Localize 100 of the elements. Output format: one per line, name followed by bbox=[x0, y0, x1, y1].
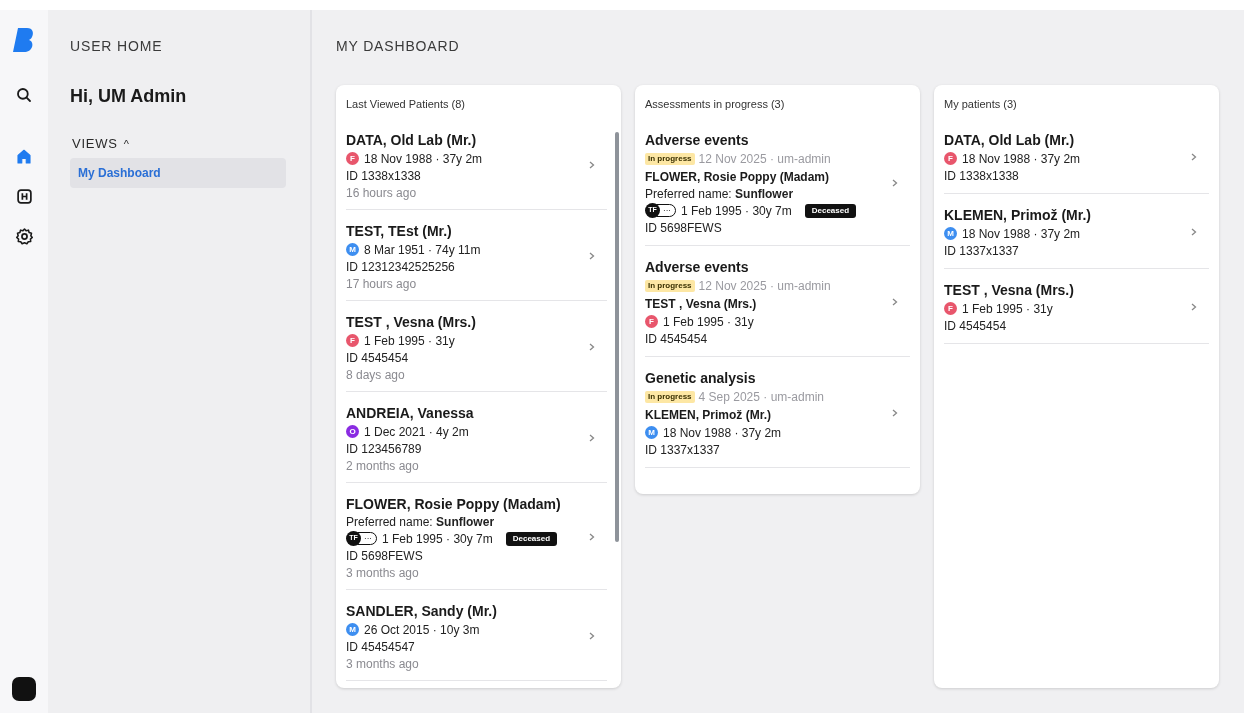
assessment-meta: 12 Nov 2025 · um-admin bbox=[698, 150, 831, 168]
patient-item[interactable]: TEST , Vesna (Mrs.) F 1 Feb 1995 · 31y ID 4545454 bbox=[944, 276, 1209, 344]
card-title: Assessments in progress (3) bbox=[645, 97, 785, 112]
birth-date: 1 Feb 1995 · 31y bbox=[962, 300, 1053, 318]
chevron-icon bbox=[589, 161, 595, 169]
patient-item[interactable]: KLEMEN, Primož (Mr.) M 18 Nov 1988 · 37y 2m ID 1337x1337 bbox=[944, 201, 1209, 269]
patient-id: ID 5698FEWS bbox=[346, 547, 423, 565]
last-viewed: 2 months ago bbox=[346, 457, 419, 474]
sex-badge: F bbox=[645, 315, 658, 328]
patient-item[interactable]: TEST , Vesna (Mrs.) F 1 Feb 1995 · 31y ID 4545454 8 days ago bbox=[346, 308, 607, 392]
sex-badge: M bbox=[944, 227, 957, 240]
chevron-icon bbox=[892, 298, 898, 306]
last-viewed: 16 hours ago bbox=[346, 184, 417, 201]
assessment-meta: 4 Sep 2025 · um-admin bbox=[698, 388, 824, 406]
assessment-item[interactable]: Adverse events In progress 12 Nov 2025 · um-admin TEST , Vesna (Mrs.) F 1 Feb 1995 · 31y ID 4545454 bbox=[645, 253, 910, 357]
sex-badge: F bbox=[346, 334, 359, 347]
last-viewed: 3 months ago bbox=[346, 655, 419, 672]
account-icon[interactable] bbox=[12, 677, 36, 701]
birth-date: 1 Feb 1995 · 31y bbox=[364, 332, 455, 350]
assessment-item[interactable]: Genetic analysis In progress 4 Sep 2025 · um-admin KLEMEN, Primož (Mr.) M 18 Nov 1988 · 37y 2m ID 1337x1337 bbox=[645, 364, 910, 468]
chevron-icon bbox=[1191, 228, 1197, 236]
sex-badge: F bbox=[346, 152, 359, 165]
preferred-name: Preferred name: Sunflower bbox=[645, 185, 794, 202]
chevron-icon bbox=[589, 632, 595, 640]
birth-date: 1 Dec 2021 · 4y 2m bbox=[364, 423, 469, 441]
sex-badge: F bbox=[944, 152, 957, 165]
patient-item[interactable]: ANDREIA, Vanessa O 1 Dec 2021 · 4y 2m ID 123456789 2 months ago bbox=[346, 399, 607, 483]
page-title: MY DASHBOARD bbox=[336, 37, 461, 56]
sex-badge: O bbox=[346, 425, 359, 438]
home-icon[interactable] bbox=[15, 148, 33, 166]
views-toggle[interactable]: VIEWS ^ bbox=[70, 134, 130, 154]
nav-item[interactable]: My Dashboard bbox=[70, 157, 286, 188]
birth-date: 26 Oct 2015 · 10y 3m bbox=[364, 621, 480, 639]
patient-id: ID 4545454 bbox=[346, 349, 409, 367]
preferred-name: Preferred name: Sunflower bbox=[346, 513, 495, 530]
chevron-icon bbox=[589, 533, 595, 541]
chevron-icon bbox=[589, 434, 595, 442]
birth-date: 18 Nov 1988 · 37y 2m bbox=[364, 150, 483, 168]
patient-name: TEST , Vesna (Mrs.) bbox=[944, 280, 1074, 300]
birth-date: 18 Nov 1988 · 37y 2m bbox=[962, 225, 1081, 243]
patient-name: DATA, Old Lab (Mr.) bbox=[944, 130, 1075, 150]
scrollbar-thumb[interactable] bbox=[615, 132, 619, 542]
sex-badge: F bbox=[944, 302, 957, 315]
patient-name: TEST , Vesna (Mrs.) bbox=[346, 312, 476, 332]
patient-id: ID 5698FEWS bbox=[645, 219, 722, 237]
patient-id: ID 4545454 bbox=[645, 330, 708, 348]
patient-id: ID 123456789 bbox=[346, 440, 422, 458]
card-title: Last Viewed Patients (8) bbox=[346, 97, 466, 112]
chevron-icon bbox=[892, 409, 898, 417]
birth-date: 8 Mar 1951 · 74y 11m bbox=[364, 241, 481, 259]
birth-date: 18 Nov 1988 · 37y 2m bbox=[962, 150, 1081, 168]
status-badge: In progress bbox=[645, 279, 695, 292]
assessment-title: Adverse events bbox=[645, 130, 749, 150]
status-badge: In progress bbox=[645, 390, 695, 403]
search-icon[interactable] bbox=[15, 86, 33, 104]
letter-h-box-icon[interactable] bbox=[15, 188, 33, 205]
chevron-icon bbox=[1191, 303, 1197, 311]
patient-id: ID 1338x1338 bbox=[944, 167, 1019, 185]
status-tag: Deceased bbox=[505, 531, 558, 546]
settings-icon[interactable] bbox=[14, 227, 34, 246]
patient-name: KLEMEN, Primož (Mr.) bbox=[645, 406, 771, 424]
sex-badge: M bbox=[346, 243, 359, 256]
chevron-icon bbox=[892, 179, 898, 187]
patient-id: ID 1337x1337 bbox=[944, 242, 1019, 260]
assessment-title: Genetic analysis bbox=[645, 368, 756, 388]
patient-name: FLOWER, Rosie Poppy (Madam) bbox=[645, 168, 829, 186]
patient-id: ID 4545454 bbox=[944, 317, 1007, 335]
last-viewed: 8 days ago bbox=[346, 366, 405, 383]
last-viewed: 3 months ago bbox=[346, 564, 419, 581]
assessment-meta: 12 Nov 2025 · um-admin bbox=[698, 277, 831, 295]
patient-item[interactable]: DATA, Old Lab (Mr.) F 18 Nov 1988 · 37y 2m ID 1338x1338 bbox=[944, 126, 1209, 194]
patient-id: ID 1338x1338 bbox=[346, 167, 421, 185]
patient-id: ID 45454547 bbox=[346, 638, 415, 656]
assessment-title: Adverse events bbox=[645, 257, 749, 277]
chevron-icon bbox=[1191, 153, 1197, 161]
chevron-icon bbox=[589, 252, 595, 260]
patient-id: ID 12312342525256 bbox=[346, 258, 455, 276]
patient-name: KLEMEN, Primož (Mr.) bbox=[944, 205, 1091, 225]
section-heading: USER HOME bbox=[70, 37, 163, 56]
sex-badge: M bbox=[346, 623, 359, 636]
patient-id: ID 1337x1337 bbox=[645, 441, 720, 459]
patient-item[interactable]: TEST, TEst (Mr.) M 8 Mar 1951 · 74y 11m ID 12312342525256 17 hours ago bbox=[346, 217, 607, 301]
birth-date: 1 Feb 1995 · 30y 7m bbox=[382, 530, 493, 548]
card-title: My patients (3) bbox=[944, 97, 1017, 112]
patient-name: SANDLER, Sandy (Mr.) bbox=[346, 601, 497, 621]
patient-name: TEST, TEst (Mr.) bbox=[346, 221, 452, 241]
patient-name: FLOWER, Rosie Poppy (Madam) bbox=[346, 494, 561, 514]
patient-name: DATA, Old Lab (Mr.) bbox=[346, 130, 477, 150]
status-tag: Deceased bbox=[804, 203, 857, 218]
greeting: Hi, UM Admin bbox=[70, 85, 187, 108]
last-viewed: 17 hours ago bbox=[346, 275, 417, 292]
birth-date: 18 Nov 1988 · 37y 2m bbox=[663, 424, 782, 442]
chevron-icon bbox=[589, 343, 595, 351]
patient-item[interactable]: DATA, Old Lab (Mr.) F 18 Nov 1988 · 37y 2m ID 1338x1338 16 hours ago bbox=[346, 126, 607, 210]
status-badge: In progress bbox=[645, 152, 695, 165]
sex-badge: M bbox=[645, 426, 658, 439]
birth-date: 1 Feb 1995 · 30y 7m bbox=[681, 202, 792, 220]
logo-icon[interactable] bbox=[13, 28, 35, 52]
patient-item[interactable]: SANDLER, Sandy (Mr.) M 26 Oct 2015 · 10y 3m ID 45454547 3 months ago bbox=[346, 597, 607, 681]
birth-date: 1 Feb 1995 · 31y bbox=[663, 313, 754, 331]
